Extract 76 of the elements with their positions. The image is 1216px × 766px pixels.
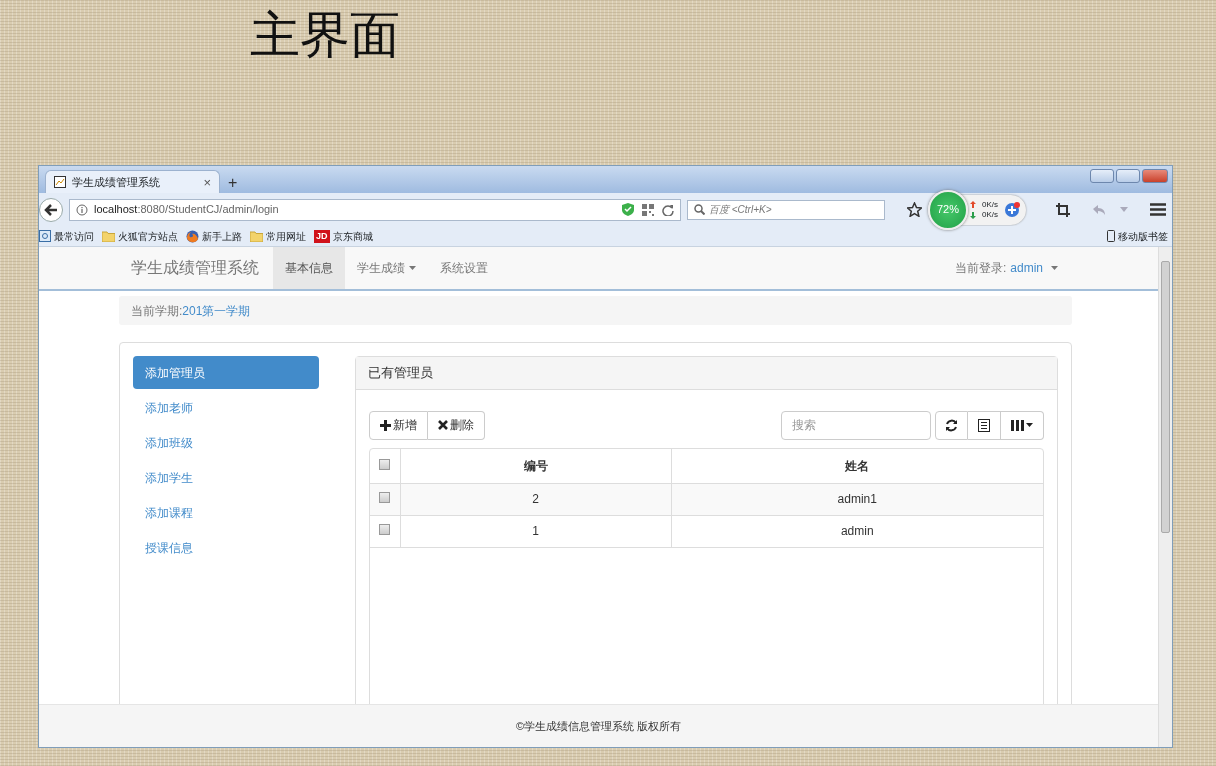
add-button[interactable]: 新增 <box>369 410 428 440</box>
plus-icon <box>380 419 391 431</box>
tab-title: 学生成绩管理系统 <box>72 174 160 190</box>
term-label: 当前学期: <box>131 302 183 320</box>
sidebar-item[interactable]: 添加学生 <box>133 461 319 494</box>
sidebar-item[interactable]: 授课信息 <box>133 531 319 564</box>
sidebar-item[interactable]: 添加课程 <box>133 496 319 529</box>
close-button[interactable] <box>1142 169 1168 183</box>
upload-speed: 0K/s <box>982 199 998 210</box>
download-arrow-icon <box>970 211 976 219</box>
refresh-button[interactable] <box>935 410 968 440</box>
bookmark-item[interactable]: 常用网址 <box>250 228 306 244</box>
columns-icon <box>1011 419 1024 431</box>
close-icon[interactable]: × <box>203 175 211 189</box>
scrollbar[interactable] <box>1158 247 1172 747</box>
address-bar[interactable]: localhost:8080/StudentCJ/admin/login <box>69 198 681 221</box>
upload-arrow-icon <box>970 200 976 208</box>
bookmark-item[interactable]: JD 京东商城 <box>314 228 373 244</box>
download-speed: 0K/s <box>982 209 998 220</box>
checkbox[interactable] <box>379 492 391 503</box>
globe-icon <box>186 229 199 243</box>
folder-icon <box>250 230 263 242</box>
sidebar-item[interactable]: 添加班级 <box>133 426 319 459</box>
restore-button[interactable] <box>1116 169 1140 183</box>
column-header: 姓名 <box>671 449 1043 483</box>
folder-icon <box>102 230 115 242</box>
browser-tab[interactable]: 学生成绩管理系统 × <box>45 170 220 193</box>
caret-icon <box>1026 423 1033 427</box>
back-arrow-icon <box>44 203 58 216</box>
checkbox[interactable] <box>379 524 391 535</box>
list-icon <box>978 418 990 432</box>
url-text: localhost:8080/StudentCJ/admin/login <box>94 202 279 218</box>
nav-link[interactable]: 系统设置 <box>428 247 500 289</box>
search-field[interactable]: 百度 <Ctrl+K> <box>687 199 885 220</box>
sidebar-item[interactable]: 添加管理员 <box>133 356 319 389</box>
close-icon <box>438 420 448 430</box>
table-cell: 1 <box>400 515 671 547</box>
panel-title: 已有管理员 <box>356 357 1057 390</box>
bookmark-item[interactable]: 新手上路 <box>186 228 242 244</box>
new-tab-button[interactable]: + <box>228 175 238 191</box>
term-value[interactable]: 201第一学期 <box>182 301 251 320</box>
footer-text: ©学生成绩信息管理系统 版权所有 <box>515 718 682 734</box>
shield-icon <box>622 203 634 216</box>
jd-logo-icon: JD <box>314 229 330 243</box>
minimize-button[interactable] <box>1090 169 1114 183</box>
search-icon <box>694 204 705 215</box>
columns-button[interactable] <box>1001 410 1044 440</box>
info-icon <box>76 203 88 216</box>
caret-icon <box>1051 266 1058 270</box>
crop-icon[interactable] <box>1056 202 1070 217</box>
bookmark-item[interactable]: 最常访问 <box>39 228 94 244</box>
qr-code-icon[interactable] <box>642 203 654 216</box>
star-icon[interactable] <box>907 202 922 217</box>
plus-icon[interactable] <box>1004 201 1020 218</box>
refresh-icon <box>945 418 958 432</box>
phone-icon <box>1107 230 1115 242</box>
bookmark-item[interactable]: 火狐官方站点 <box>102 228 178 244</box>
checkbox[interactable] <box>379 458 391 470</box>
table-cell: 2 <box>400 483 671 515</box>
back-button[interactable] <box>39 197 63 222</box>
table-cell: admin1 <box>671 483 1043 515</box>
favicon-icon <box>54 176 66 188</box>
reload-icon[interactable] <box>662 203 674 216</box>
mobile-bookmarks-link[interactable]: 移动版书签 <box>1107 228 1168 244</box>
nav-link[interactable]: 基本信息 <box>273 247 345 289</box>
search-field[interactable]: 搜索 <box>781 410 931 440</box>
nav-link[interactable]: 学生成绩 <box>345 247 428 289</box>
user-menu[interactable]: 当前登录: admin <box>954 247 1058 289</box>
toggle-view-button[interactable] <box>968 410 1001 440</box>
table-cell: admin <box>671 515 1043 547</box>
sidebar-item[interactable]: 添加老师 <box>133 391 319 424</box>
app-brand[interactable]: 学生成绩管理系统 <box>131 247 259 289</box>
slide-title: 主界面 <box>250 6 400 65</box>
delete-button[interactable]: 删除 <box>428 410 485 440</box>
column-header: 编号 <box>400 449 671 483</box>
menu-icon[interactable] <box>1150 203 1166 216</box>
